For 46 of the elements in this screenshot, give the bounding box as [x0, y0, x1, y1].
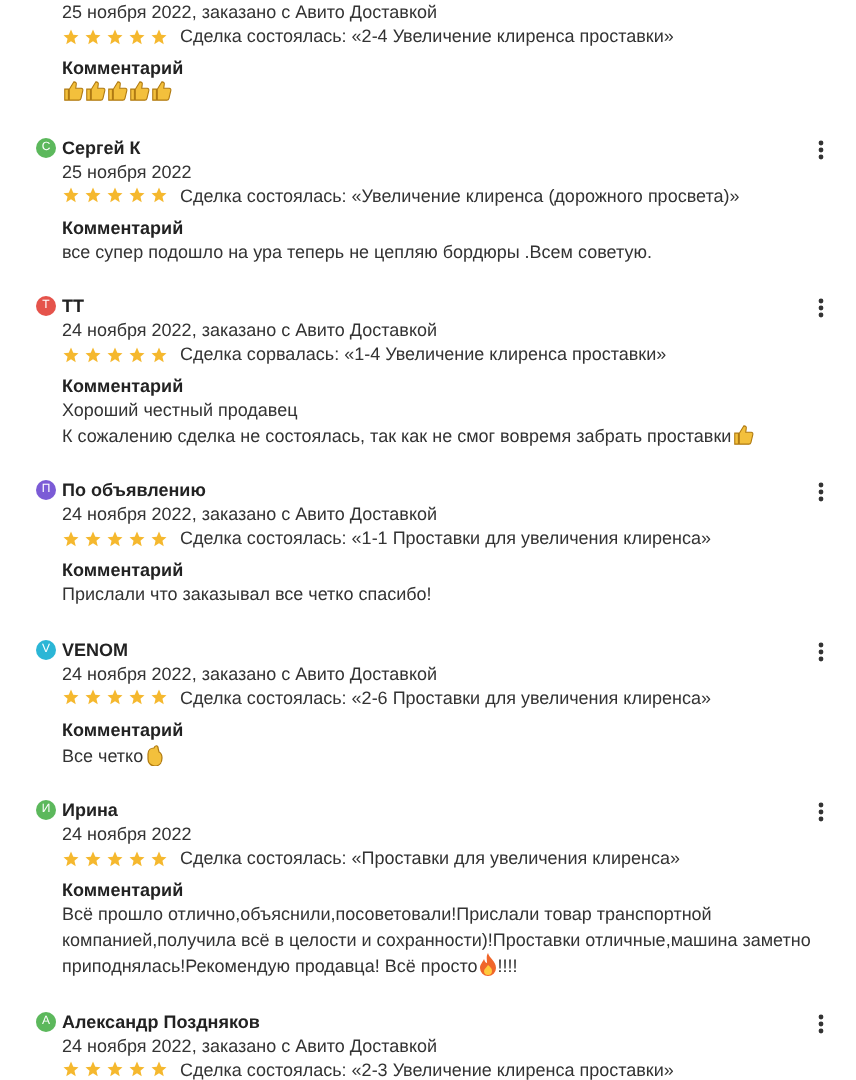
more-icon[interactable] [818, 1013, 824, 1033]
reviewer-name: По объявлению [62, 478, 206, 502]
reviewer-name: Сергей К [62, 135, 141, 159]
comment-label: Комментарий [62, 717, 186, 741]
more-icon[interactable] [818, 641, 824, 661]
review-date: 25 ноября 2022 [62, 159, 194, 183]
review-date: 24 ноября 2022, заказано с Авито Доставкой [62, 661, 440, 685]
deal-status: Сделка состоялась: «2-3 Увеличение клиренса проставки» [180, 1059, 674, 1079]
reviewer-name: Ирина [62, 798, 118, 822]
deal-status: Сделка состоялась: «2-4 Увеличение клиренса проставки» [180, 26, 674, 46]
thumbs-up-icon [62, 80, 84, 102]
review-date: 24 ноября 2022 [62, 822, 194, 846]
review-date: 24 ноября 2022, заказано с Авито Доставкой [62, 318, 440, 342]
deal-status: Сделка состоялась: «1-1 Проставки для увеличения клиренса» [180, 528, 711, 548]
reviewer-name: VENOM [62, 637, 129, 661]
deal-status: Сделка состоялась: «2-6 Проставки для увеличения клиренса» [180, 687, 711, 707]
comment-text: Хороший честный продавец [62, 398, 300, 423]
more-icon[interactable] [818, 802, 824, 822]
review-date: 24 ноября 2022, заказано с Авито Доставкой [62, 502, 440, 526]
more-icon[interactable] [818, 298, 824, 318]
fire-icon [477, 952, 498, 976]
hand-icon [143, 741, 164, 765]
thumbs-up-icon [106, 80, 128, 102]
thumbs-up-icon [150, 80, 172, 102]
comment-text: все супер подошло на ура теперь не цепляю бордюры .Всем советую. [62, 239, 654, 264]
more-icon[interactable] [818, 482, 824, 502]
deal-status: Сделка состоялась: «Проставки для увеличения клиренса» [180, 848, 680, 868]
reviewer-name: Александр Поздняков [62, 1009, 260, 1033]
deal-status: Сделка сорвалась: «1-4 Увеличение клиренса проставки» [180, 344, 667, 364]
comment-text: К сожалению сделка не состоялась, так как не смог вовремя забрать проставки [62, 423, 818, 448]
comment-label: Комментарий [62, 374, 186, 398]
thumbs-up-icon [84, 80, 106, 102]
deal-status: Сделка состоялась: «Увеличение клиренса (дорожного просвета)» [180, 185, 740, 205]
comment-text: Все четко [62, 741, 818, 768]
reviewer-name: ТТ [62, 294, 84, 318]
thumbs-up-icon [731, 423, 754, 445]
comment-text: Прислали что заказывал все четко спасибо! [62, 582, 434, 607]
comment-label: Комментарий [62, 558, 186, 582]
comment-label: Комментарий [62, 56, 186, 80]
comment-label: Комментарий [62, 215, 186, 239]
review-date: 24 ноября 2022, заказано с Авито Доставкой [62, 1033, 440, 1057]
review-date: 25 ноября 2022, заказано с Авито Доставкой [62, 0, 440, 24]
comment-label: Комментарий [62, 878, 186, 902]
comment-text: Всё прошло отлично,объяснили,посоветовали!Прислали товар транспортной компанией,получила всё в целости и сохранности)!Проставки отличные,машина заметно приподнялась!Рекомендую продавца! Всё просто !!!! [62, 902, 813, 979]
thumbs-up-icon [128, 80, 150, 102]
more-icon[interactable] [818, 139, 824, 159]
